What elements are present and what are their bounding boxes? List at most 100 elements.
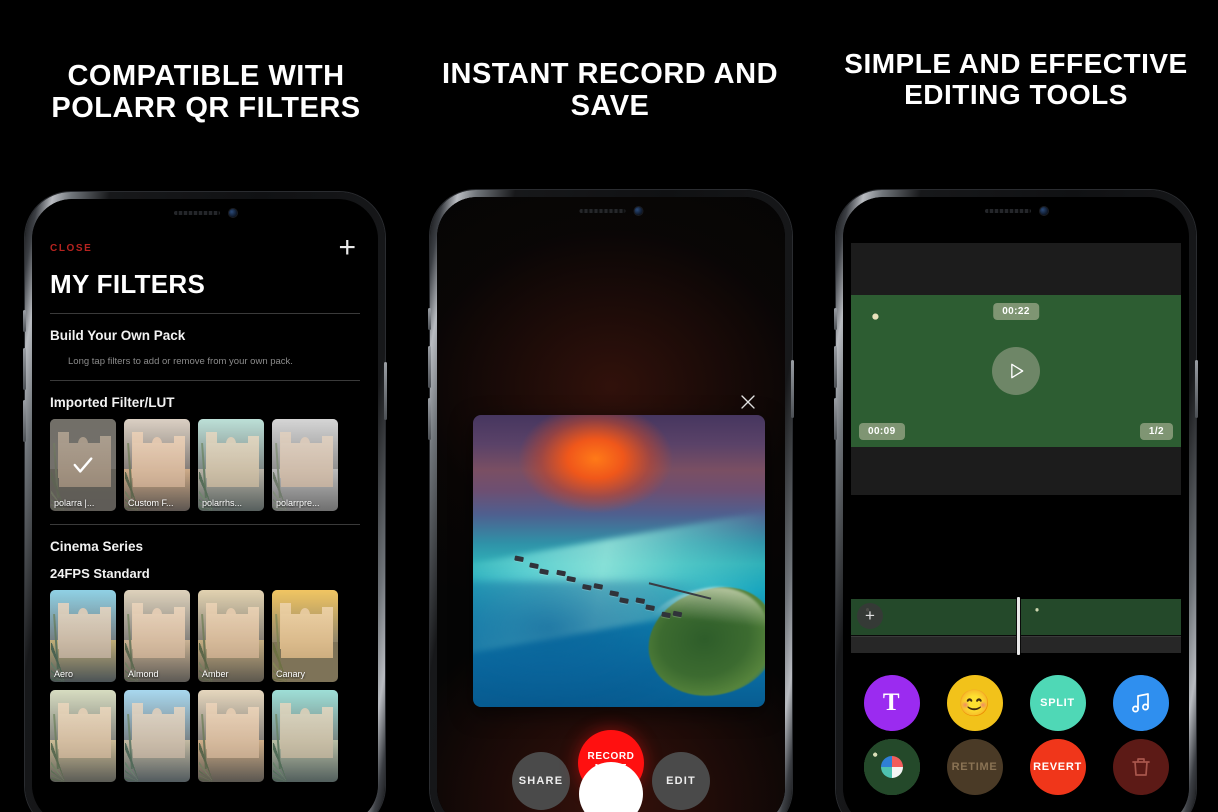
filter-label: polarrpre...: [276, 498, 320, 508]
record-controls: SHARE RECORD MORE EDIT: [437, 730, 785, 812]
close-icon[interactable]: [739, 393, 757, 411]
add-filter-icon[interactable]: +: [338, 233, 356, 263]
power-button[interactable]: [1195, 360, 1198, 418]
filter-label: Almond: [128, 669, 159, 679]
filter-thumbnail[interactable]: [50, 690, 116, 782]
tool-label: SPLIT: [1040, 697, 1075, 709]
bungalow: [529, 562, 540, 570]
phone-mockup-filters: CLOSE + MY FILTERS Build Your Own Pack L…: [23, 192, 387, 812]
music-tool[interactable]: [1112, 675, 1169, 731]
bungalow: [661, 611, 672, 619]
filter-thumbnail[interactable]: Custom F...: [124, 419, 190, 511]
bungalow: [514, 554, 524, 562]
timeline[interactable]: +: [851, 597, 1181, 655]
filter-thumbnail[interactable]: Canary: [272, 590, 338, 682]
bungalow: [539, 568, 550, 576]
bungalow: [609, 590, 619, 598]
section-build-your-own-pack-heading: Build Your Own Pack: [50, 328, 186, 343]
play-button[interactable]: [992, 347, 1040, 395]
tool-label: REVERT: [1033, 761, 1082, 773]
edit-button[interactable]: EDIT: [652, 752, 710, 810]
filter-thumbnail[interactable]: Amber: [198, 590, 264, 682]
bungalow: [582, 583, 593, 591]
filter-thumbnail[interactable]: polarrpre...: [272, 419, 338, 511]
filter-preview-image: [124, 690, 190, 782]
filters-header: CLOSE +: [50, 233, 360, 263]
volume-down-button[interactable]: [23, 400, 26, 442]
audio-waveform: [851, 636, 1016, 653]
volume-down-button[interactable]: [834, 398, 837, 440]
delete-tool[interactable]: [1112, 739, 1169, 795]
add-clip-icon[interactable]: +: [857, 603, 883, 629]
bungalow: [566, 575, 577, 583]
filter-thumbnail[interactable]: Almond: [124, 590, 190, 682]
bungalow: [556, 569, 567, 577]
selected-check-icon: [72, 454, 94, 476]
bungalow: [593, 582, 604, 590]
filter-preview-image: [50, 690, 116, 782]
filter-label: polarrhs...: [202, 498, 243, 508]
app-store-screenshot-banner: COMPATIBLE WITH POLARR QR FILTERS INSTAN…: [0, 0, 1218, 812]
bungalow: [636, 597, 646, 605]
phone-notch: [933, 201, 1099, 221]
filter-thumbnail[interactable]: Aero: [50, 590, 116, 682]
divider: [50, 524, 360, 525]
mute-switch[interactable]: [23, 310, 26, 332]
island-photo: [473, 415, 765, 707]
section-24fps-standard-heading: 24FPS Standard: [50, 566, 150, 581]
filter-label: Custom F...: [128, 498, 174, 508]
volume-up-button[interactable]: [23, 348, 26, 390]
close-button[interactable]: CLOSE: [50, 243, 92, 254]
filter-preview-image: [272, 690, 338, 782]
section-cinema-series-heading: Cinema Series: [50, 539, 144, 554]
power-button[interactable]: [791, 360, 794, 418]
filter-label: polarra |...: [54, 498, 95, 508]
filter-label: Canary: [276, 669, 306, 679]
filter-row-cinema-second: [50, 690, 360, 782]
mute-switch[interactable]: [834, 308, 837, 330]
filter-thumbnail[interactable]: polarra |...: [50, 419, 116, 511]
tool-label: 😊: [957, 688, 992, 718]
earpiece-speaker-icon: [984, 209, 1031, 213]
filter-label: Amber: [202, 669, 229, 679]
front-camera-icon: [228, 209, 237, 217]
color-wheel-icon: [880, 756, 903, 778]
filters-screen: CLOSE + MY FILTERS Build Your Own Pack L…: [32, 199, 378, 812]
duration-badge: 00:22: [993, 303, 1039, 320]
audio-waveform: [1020, 636, 1181, 653]
timeline-clip[interactable]: [1020, 599, 1181, 635]
divider: [50, 380, 360, 381]
volume-up-button[interactable]: [428, 346, 431, 388]
filter-thumbnail[interactable]: polarrhs...: [198, 419, 264, 511]
revert-tool[interactable]: REVERT: [1029, 739, 1086, 795]
power-button[interactable]: [384, 362, 387, 420]
playhead[interactable]: [1016, 597, 1020, 655]
volume-up-button[interactable]: [834, 346, 837, 388]
record-screen: SHARE RECORD MORE EDIT: [437, 197, 785, 812]
video-preview-panel: 00:22 00:09 1/2: [851, 243, 1181, 495]
filter-preview-image: [198, 690, 264, 782]
editor-screen: 00:22 00:09 1/2 + T 😊 SPLIT RETIME REVER…: [843, 197, 1189, 812]
captured-photo-preview[interactable]: [473, 415, 765, 707]
phone-notch: [122, 203, 288, 223]
filter-thumbnail[interactable]: [124, 690, 190, 782]
filter-thumbnail[interactable]: [198, 690, 264, 782]
split-tool[interactable]: SPLIT: [1029, 675, 1086, 731]
mute-switch[interactable]: [428, 308, 431, 330]
share-button[interactable]: SHARE: [512, 752, 570, 810]
text-tool[interactable]: T: [863, 675, 920, 731]
divider: [50, 313, 360, 314]
video-player[interactable]: 00:22 00:09 1/2: [851, 295, 1181, 447]
volume-down-button[interactable]: [428, 398, 431, 440]
filter-thumbnail[interactable]: [272, 690, 338, 782]
retime-tool[interactable]: RETIME: [946, 739, 1003, 795]
emoji-tool[interactable]: 😊: [946, 675, 1003, 731]
filter-tool[interactable]: [863, 739, 920, 795]
bungalow: [672, 610, 683, 618]
front-camera-icon: [1039, 207, 1048, 215]
current-time-badge: 00:09: [859, 423, 905, 440]
bungalow: [645, 603, 656, 611]
section-build-your-own-pack-subtext: Long tap filters to add or remove from y…: [68, 356, 293, 367]
tool-label: RETIME: [951, 761, 998, 773]
headline-filters: COMPATIBLE WITH POLARR QR FILTERS: [51, 60, 361, 125]
